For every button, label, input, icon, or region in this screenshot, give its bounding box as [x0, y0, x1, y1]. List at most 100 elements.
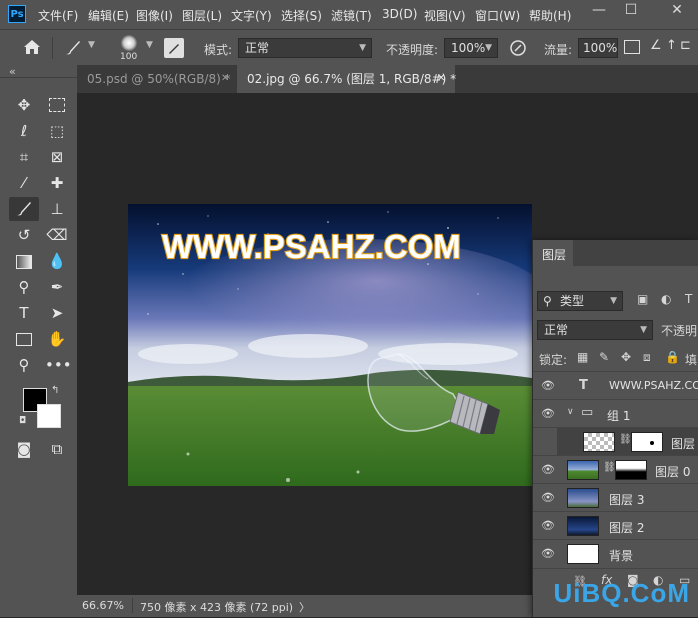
mode-select[interactable]: 正常 ▼ — [238, 38, 372, 58]
eye-icon[interactable]: 👁 — [541, 491, 555, 505]
menu-edit[interactable]: 编辑(E) — [88, 7, 129, 24]
layer-row[interactable]: 👁 T WWW.PSAHZ.COM — [533, 371, 698, 400]
layer-row[interactable]: 👁 图层 2 — [533, 511, 698, 540]
text-layer-icon: T — [579, 378, 588, 393]
lock-position-icon[interactable]: ✥ — [621, 350, 631, 364]
image-filter-icon[interactable]: ▣ — [637, 292, 648, 306]
screen-mode-icon[interactable]: ⧉ — [45, 437, 69, 461]
eyedropper-tool-icon[interactable]: ⁄ — [12, 171, 36, 195]
type-filter-icon[interactable]: T — [685, 292, 692, 306]
arrow-up-icon[interactable]: ↑ — [666, 38, 677, 53]
layer-row[interactable]: 👁 ∨ ▭ 组 1 — [533, 399, 698, 428]
menu-image[interactable]: 图像(I) — [136, 7, 173, 24]
tab-02-jpg[interactable]: 02.jpg @ 66.7% (图层 1, RGB/8#) * ✕ — [237, 65, 456, 93]
document-image[interactable]: WWW.PSAHZ.COM — [128, 204, 532, 486]
frame-tool-icon[interactable]: ⊠ — [45, 145, 69, 169]
menu-window[interactable]: 窗口(W) — [475, 7, 520, 24]
chevron-down-icon[interactable]: ▼ — [146, 40, 153, 50]
menu-3d[interactable]: 3D(D) — [382, 7, 417, 21]
menu-select[interactable]: 选择(S) — [281, 7, 322, 24]
layers-panel: 图层 ⚲ 类型 ▼ ▣ ◐ T 正常 ▼ 不透明 锁定: ▦ ✎ ✥ ⧈ 🔒 填 👁… — [532, 240, 698, 617]
path-selection-tool-icon[interactable]: ➤ — [45, 301, 69, 325]
gradient-tool-icon[interactable] — [12, 249, 36, 273]
pressure-opacity-icon[interactable] — [508, 38, 528, 58]
eraser-tool-icon[interactable]: ⌫ — [45, 223, 69, 247]
lock-label: 锁定: — [539, 353, 568, 367]
brush-preset-picker[interactable]: 100 — [112, 34, 146, 62]
history-brush-tool-icon[interactable]: ↺ — [12, 223, 36, 247]
layer-name: 图层 2 — [609, 521, 645, 535]
swap-colors-icon[interactable]: ↰ — [51, 385, 59, 396]
zoom-level[interactable]: 66.67% — [82, 599, 124, 612]
blur-tool-icon[interactable]: 💧 — [45, 249, 69, 273]
link-icon[interactable]: ⛓ — [619, 434, 632, 445]
chevron-right-icon[interactable]: 〉 — [299, 599, 310, 615]
fill-label: 填 — [685, 353, 698, 367]
tab-layers[interactable]: 图层 — [533, 240, 573, 266]
crop-tool-icon[interactable]: ⌗ — [12, 145, 36, 169]
rectangle-tool-icon[interactable] — [12, 327, 36, 351]
smoothing-icon[interactable]: ⊏ — [680, 38, 691, 53]
type-tool-icon[interactable]: T — [12, 301, 36, 325]
more-tools-icon[interactable]: ••• — [45, 353, 72, 377]
close-button[interactable]: ✕ — [662, 0, 692, 22]
dodge-tool-icon[interactable]: ⚲ — [12, 275, 36, 299]
layer-row[interactable]: 👁 图层 3 — [533, 483, 698, 512]
background-color-swatch[interactable] — [37, 404, 61, 428]
adjustment-filter-icon[interactable]: ◐ — [661, 292, 671, 306]
close-icon[interactable]: ✕ — [437, 65, 445, 93]
layers-panel-header: 图层 — [533, 240, 698, 266]
layer-name: WWW.PSAHZ.COM — [609, 379, 698, 392]
layer-row[interactable]: ⛓ 图层 — [533, 427, 698, 456]
mode-label: 模式: — [204, 43, 233, 57]
airbrush-icon[interactable]: ∠ — [650, 38, 662, 53]
layer-row[interactable]: 👁 背景 — [533, 539, 698, 568]
hand-tool-icon[interactable]: ✋ — [45, 327, 69, 351]
close-icon[interactable]: ✕ — [221, 65, 229, 93]
menu-layer[interactable]: 图层(L) — [182, 7, 222, 24]
chevron-down-icon[interactable]: ∨ — [567, 407, 574, 417]
eye-icon[interactable]: 👁 — [541, 547, 555, 561]
eye-icon[interactable]: 👁 — [541, 519, 555, 533]
eye-icon[interactable]: 👁 — [541, 407, 555, 421]
brush-tool-icon[interactable] — [62, 36, 84, 58]
healing-brush-tool-icon[interactable]: ✚ — [45, 171, 69, 195]
marquee-tool-icon[interactable] — [45, 93, 69, 117]
mode-value: 正常 — [245, 41, 270, 55]
minimize-button[interactable]: — — [584, 0, 614, 22]
lasso-tool-icon[interactable]: ℓ — [12, 119, 36, 143]
menu-filter[interactable]: 滤镜(T) — [331, 7, 372, 24]
menu-help[interactable]: 帮助(H) — [529, 7, 571, 24]
layer-row[interactable]: 👁 ⛓ 图层 0 — [533, 455, 698, 484]
filter-value: 类型 — [560, 294, 585, 308]
brush-settings-panel-icon[interactable] — [164, 38, 184, 58]
layer-blend-mode-select[interactable]: 正常 ▼ — [537, 320, 653, 340]
lock-all-icon[interactable]: 🔒 — [665, 350, 680, 364]
eye-icon[interactable]: 👁 — [541, 463, 555, 477]
quick-mask-icon[interactable]: ◙ — [12, 437, 36, 461]
restore-button[interactable]: ☐ — [616, 0, 646, 22]
link-icon[interactable]: ⛓ — [603, 462, 616, 473]
pen-tool-icon[interactable]: ✒ — [45, 275, 69, 299]
tab-05-psd[interactable]: 05.psd @ 50%(RGB/8) * ✕ — [77, 65, 237, 93]
object-selection-tool-icon[interactable]: ⬚ — [45, 119, 69, 143]
layer-filter-select[interactable]: ⚲ 类型 ▼ — [537, 291, 623, 311]
eye-icon[interactable]: 👁 — [541, 379, 555, 393]
zoom-tool-icon[interactable]: ⚲ — [12, 353, 36, 377]
home-icon[interactable] — [20, 36, 44, 58]
lock-artboard-icon[interactable]: ⧈ — [643, 350, 651, 365]
brush-tool-icon[interactable] — [9, 197, 39, 221]
menu-view[interactable]: 视图(V) — [424, 7, 466, 24]
menu-type[interactable]: 文字(Y) — [231, 7, 272, 24]
menu-file[interactable]: 文件(F) — [38, 7, 78, 24]
chevron-down-icon[interactable]: ▼ — [88, 40, 95, 50]
opacity-input[interactable]: 100% ▼ — [444, 38, 498, 58]
move-tool-icon[interactable]: ✥ — [12, 93, 36, 117]
lock-pixels-icon[interactable]: ✎ — [599, 350, 609, 364]
lock-transparent-icon[interactable]: ▦ — [577, 350, 588, 364]
default-colors-icon[interactable]: ◘ — [19, 416, 26, 426]
search-icon: ⚲ — [543, 294, 552, 308]
flow-dropdown-icon[interactable] — [624, 40, 640, 54]
clone-stamp-tool-icon[interactable]: ⊥ — [45, 197, 69, 221]
flow-input[interactable]: 100% — [578, 38, 618, 58]
